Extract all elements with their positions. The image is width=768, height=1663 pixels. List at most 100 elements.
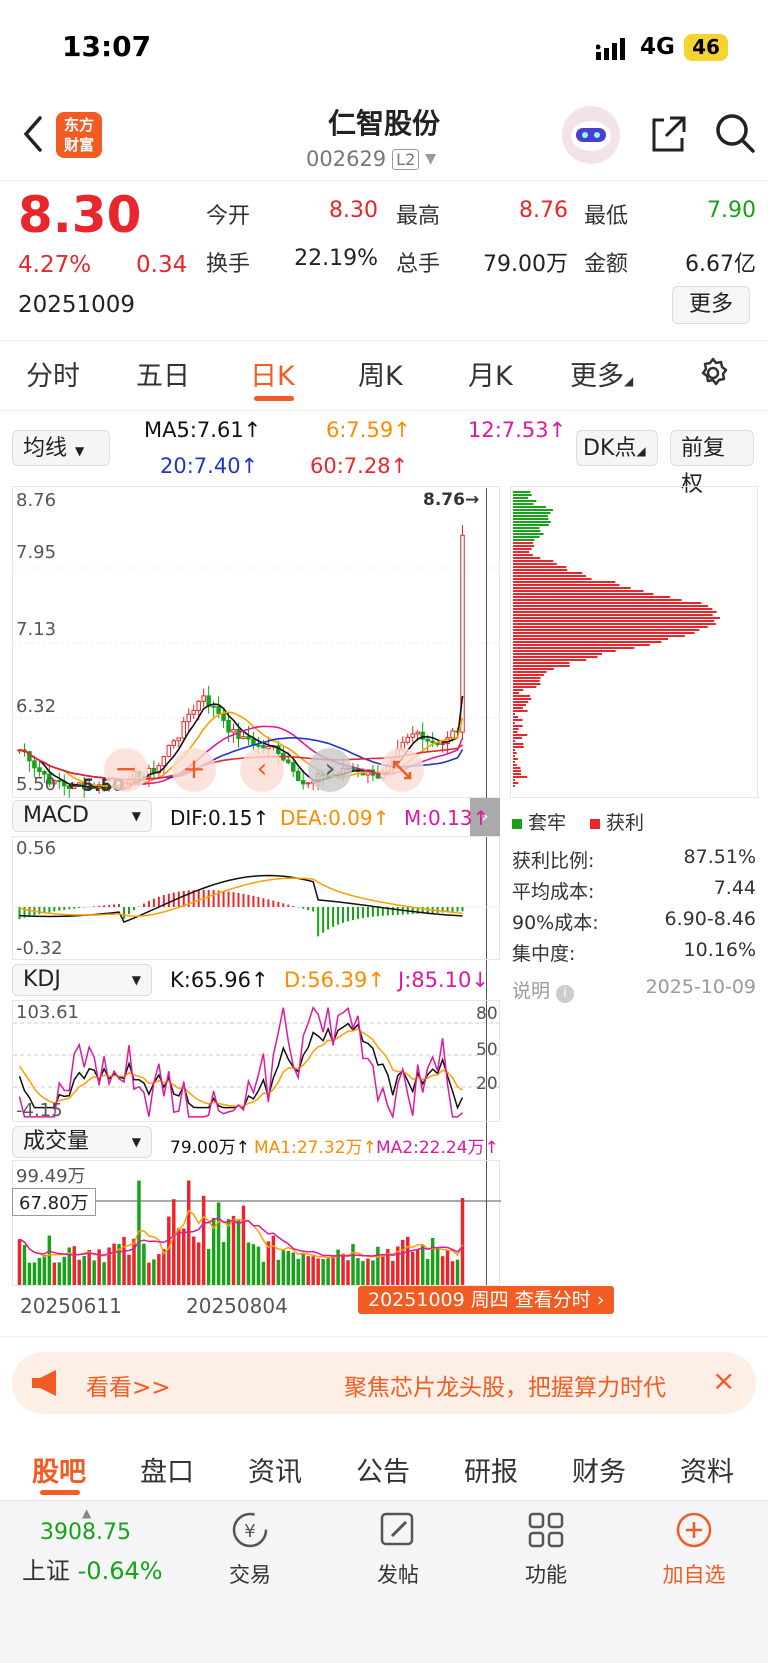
candle-body — [191, 709, 196, 715]
kdj-d: D:56.39↑ — [284, 968, 385, 992]
chip-bar — [513, 497, 529, 499]
chip-bar — [513, 776, 528, 778]
zoom-in-button[interactable]: + — [172, 748, 216, 792]
section-tab-orderbook[interactable]: 盘口 — [140, 1450, 194, 1489]
tab-weekly-k[interactable]: 周K — [358, 354, 403, 393]
tab-daily-k[interactable]: 日K — [250, 354, 295, 393]
robot-assistant-icon[interactable] — [562, 106, 620, 164]
volume-bar — [251, 1244, 256, 1285]
section-tab-announcements[interactable]: 公告 — [356, 1450, 410, 1489]
tab-five-day[interactable]: 五日 — [136, 354, 190, 393]
chip-row-concentration: 集中度: 10.16% — [512, 939, 756, 970]
chip-bar — [513, 599, 682, 601]
volume-bar — [127, 1254, 131, 1285]
section-tab-profile[interactable]: 资料 — [680, 1450, 734, 1489]
volume-cursor-label: 67.80万 — [12, 1188, 96, 1216]
price-axis-2: 7.95 — [16, 542, 57, 563]
settings-gear-icon[interactable] — [696, 356, 730, 390]
macd-m: M:0.13↑ — [404, 806, 490, 830]
candle-body — [32, 760, 37, 769]
trade-button[interactable]: ¥ 交易 — [200, 1510, 300, 1589]
chip-bar — [513, 617, 720, 619]
dea-line — [19, 877, 463, 917]
chip-bar — [513, 644, 650, 646]
expand-icon[interactable] — [380, 748, 424, 792]
candle-body — [216, 705, 221, 714]
trade-label: 交易 — [229, 1563, 271, 1587]
section-tab-finance[interactable]: 财务 — [572, 1450, 626, 1489]
low-label: 最低 — [584, 204, 629, 229]
close-icon[interactable]: × — [712, 1364, 735, 1397]
add-watchlist-button[interactable]: 加自选 — [644, 1510, 744, 1589]
volume-bar — [326, 1258, 330, 1285]
chip-bar — [513, 584, 620, 586]
chip-bar — [513, 692, 519, 694]
chip-bar — [513, 620, 715, 622]
section-tab-research[interactable]: 研报 — [464, 1450, 518, 1489]
volume-bar — [22, 1245, 27, 1285]
candle-body — [430, 740, 435, 744]
legend-profit: 获利 — [590, 808, 644, 835]
share-icon[interactable] — [648, 114, 688, 154]
candle-body — [296, 770, 301, 782]
more-button[interactable]: 更多 — [672, 286, 750, 324]
section-tab-news[interactable]: 资讯 — [248, 1450, 302, 1489]
chip-bar — [513, 632, 695, 634]
chip-bar — [513, 746, 524, 748]
volume-bar — [435, 1248, 440, 1285]
chip-value: 7.44 — [713, 877, 756, 899]
volume-select[interactable]: 成交量 ▼ — [12, 1126, 152, 1158]
index-ticker[interactable]: ▲ 3908.75 上证 -0.64% — [22, 1506, 182, 1586]
date-tooltip-text: 20251009 周四 查看分时 — [368, 1289, 591, 1311]
tab-more[interactable]: 更多◢ — [570, 354, 633, 393]
chip-bar — [513, 611, 717, 613]
chip-bar — [513, 728, 519, 730]
dk-point-button[interactable]: DK点◢ — [576, 430, 658, 466]
volume-bar — [351, 1244, 355, 1285]
chip-bar — [513, 641, 662, 643]
volume-bar — [37, 1257, 42, 1285]
zoom-out-button[interactable]: − — [104, 748, 148, 792]
tab-intraday[interactable]: 分时 — [26, 354, 80, 393]
date-tooltip[interactable]: 20251009 周四 查看分时 › — [358, 1286, 615, 1314]
volume-bar — [62, 1256, 67, 1285]
chip-row-avg-cost: 平均成本: 7.44 — [512, 877, 756, 908]
forward-adjust-button[interactable]: 前复权 — [670, 430, 754, 497]
volume-bar — [415, 1249, 420, 1285]
promo-banner[interactable]: 看看>> 聚焦芯片龙头股，把握算力时代 × — [12, 1352, 756, 1414]
volume-bar — [381, 1253, 385, 1285]
chip-value: 10.16% — [683, 939, 756, 961]
chip-bar — [513, 515, 549, 517]
macd-select[interactable]: MACD ▼ — [12, 800, 152, 832]
price-axis-max: 8.76 — [16, 490, 57, 511]
scroll-right-button[interactable]: › — [308, 748, 352, 792]
volume-bar — [311, 1256, 315, 1285]
chip-bar — [513, 491, 531, 493]
chip-bar — [513, 782, 519, 784]
kdj-chart — [12, 1000, 501, 1122]
dropdown-icon: ▼ — [75, 444, 85, 458]
banner-link[interactable]: 看看>> — [86, 1368, 171, 1402]
chip-value: 6.90-8.46 — [664, 908, 756, 930]
chip-bar — [513, 677, 541, 679]
volume-bar — [191, 1236, 196, 1285]
functions-button[interactable]: 功能 — [496, 1510, 596, 1589]
chip-bar — [513, 668, 554, 670]
post-button[interactable]: 发帖 — [348, 1510, 448, 1589]
volume-bar — [366, 1258, 370, 1285]
tab-monthly-k[interactable]: 月K — [468, 354, 513, 393]
ma-select[interactable]: 均线 ▼ — [12, 430, 110, 466]
j-line — [18, 1006, 463, 1120]
yen-exchange-icon: ¥ — [232, 1512, 268, 1548]
search-icon[interactable] — [714, 112, 756, 154]
stock-code: 002629 — [306, 147, 387, 171]
stock-code-row[interactable]: 002629 L2 ▼ — [306, 147, 436, 171]
chip-bar — [513, 752, 517, 754]
kdj-select[interactable]: KDJ ▼ — [12, 964, 152, 996]
volume-bar — [425, 1258, 430, 1285]
section-tab-forum[interactable]: 股吧 — [32, 1450, 86, 1489]
scroll-left-button[interactable]: ‹ — [240, 748, 284, 792]
chip-distribution-chart — [510, 486, 758, 798]
chip-note-row[interactable]: 说明 i 2025-10-09 — [512, 976, 756, 1007]
chip-bar — [513, 698, 532, 700]
